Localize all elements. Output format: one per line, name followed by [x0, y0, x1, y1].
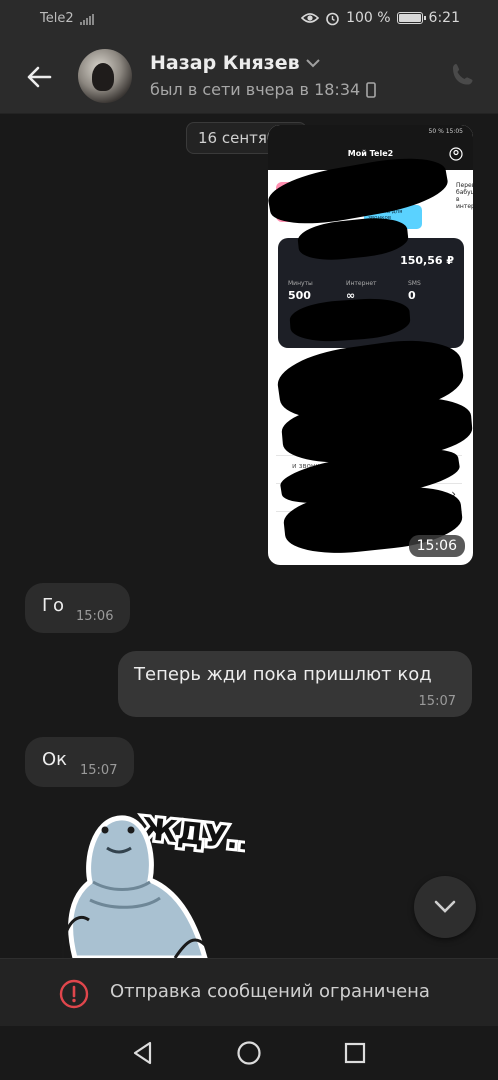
message-bubble-incoming[interactable]: Ок 15:07: [25, 737, 134, 787]
status-bar: Tele2 100 % 6:21: [0, 0, 498, 38]
eye-icon: [301, 13, 320, 23]
chevron-down-icon: [434, 900, 456, 913]
screenshot-sms: SMS 0: [408, 280, 421, 302]
screenshot-minutes: Минуты 500: [288, 280, 313, 302]
alarm-icon: [326, 12, 339, 25]
profile-icon: [449, 147, 463, 161]
restricted-notice-text: Отправка сообщений ограничена: [110, 981, 430, 1002]
sms-value: 0: [408, 289, 416, 302]
warning-icon: [59, 979, 89, 1009]
online-status: был в сети вчера в 18:34: [150, 80, 376, 99]
carrier-info: Tele2: [40, 11, 94, 26]
message-text: Го: [42, 595, 64, 616]
online-status-text: был в сети вчера в 18:34: [150, 80, 361, 99]
sms-label: SMS: [408, 280, 421, 287]
message-time: 15:06: [76, 609, 114, 624]
message-time: 15:07: [418, 694, 456, 709]
nav-home-icon[interactable]: [234, 1038, 264, 1068]
message-text: Теперь жди пока пришлют код: [134, 664, 432, 685]
image-message[interactable]: 50 % 15:05 Мой Tele2 Музыка для звонков …: [268, 125, 473, 565]
nav-back-icon[interactable]: [128, 1038, 158, 1068]
signal-icon: [79, 13, 94, 25]
contact-name[interactable]: Назар Князев: [150, 52, 320, 74]
sticker[interactable]: ЖДУ...: [55, 800, 266, 961]
screenshot-title: Мой Tele2: [347, 149, 394, 158]
contact-name-text: Назар Князев: [150, 52, 300, 74]
chevron-down-icon: [305, 58, 320, 67]
sticker-caption: ЖДУ...: [139, 812, 245, 859]
system-indicators: 100 % 6:21: [301, 10, 460, 26]
screenshot-status: 50 % 15:05: [428, 128, 463, 135]
phone-call-icon[interactable]: [450, 62, 476, 88]
system-navigation-bar: [0, 1026, 498, 1080]
internet-label: Интернет: [346, 280, 377, 287]
carrier-name: Tele2: [40, 11, 74, 26]
nav-recents-icon[interactable]: [340, 1038, 370, 1068]
screenshot-balance: 150,56 ₽: [400, 254, 454, 267]
message-bubble-incoming[interactable]: Го 15:06: [25, 583, 130, 633]
message-bubble-outgoing[interactable]: Теперь жди пока пришлют код 15:07: [118, 651, 472, 717]
chat-header: Назар Князев был в сети вчера в 18:34: [0, 38, 498, 114]
battery-icon: [396, 12, 426, 24]
back-arrow-icon[interactable]: [24, 62, 54, 92]
battery-percent: 100 %: [346, 10, 391, 26]
messaging-restricted-bar: Отправка сообщений ограничена: [0, 958, 498, 1026]
message-text: Ок: [42, 749, 68, 770]
message-time: 15:07: [80, 763, 118, 778]
walrus-sticker-image: ЖДУ...: [61, 809, 266, 961]
avatar[interactable]: [78, 49, 132, 103]
clock: 6:21: [428, 10, 460, 26]
image-timestamp: 15:06: [408, 535, 465, 557]
minutes-value: 500: [288, 289, 311, 302]
mobile-device-icon: [366, 81, 376, 98]
scroll-to-bottom-button[interactable]: [414, 876, 476, 938]
screenshot-promo-internet: Переведи бабушку в интернет: [456, 182, 473, 210]
minutes-label: Минуты: [288, 280, 313, 287]
